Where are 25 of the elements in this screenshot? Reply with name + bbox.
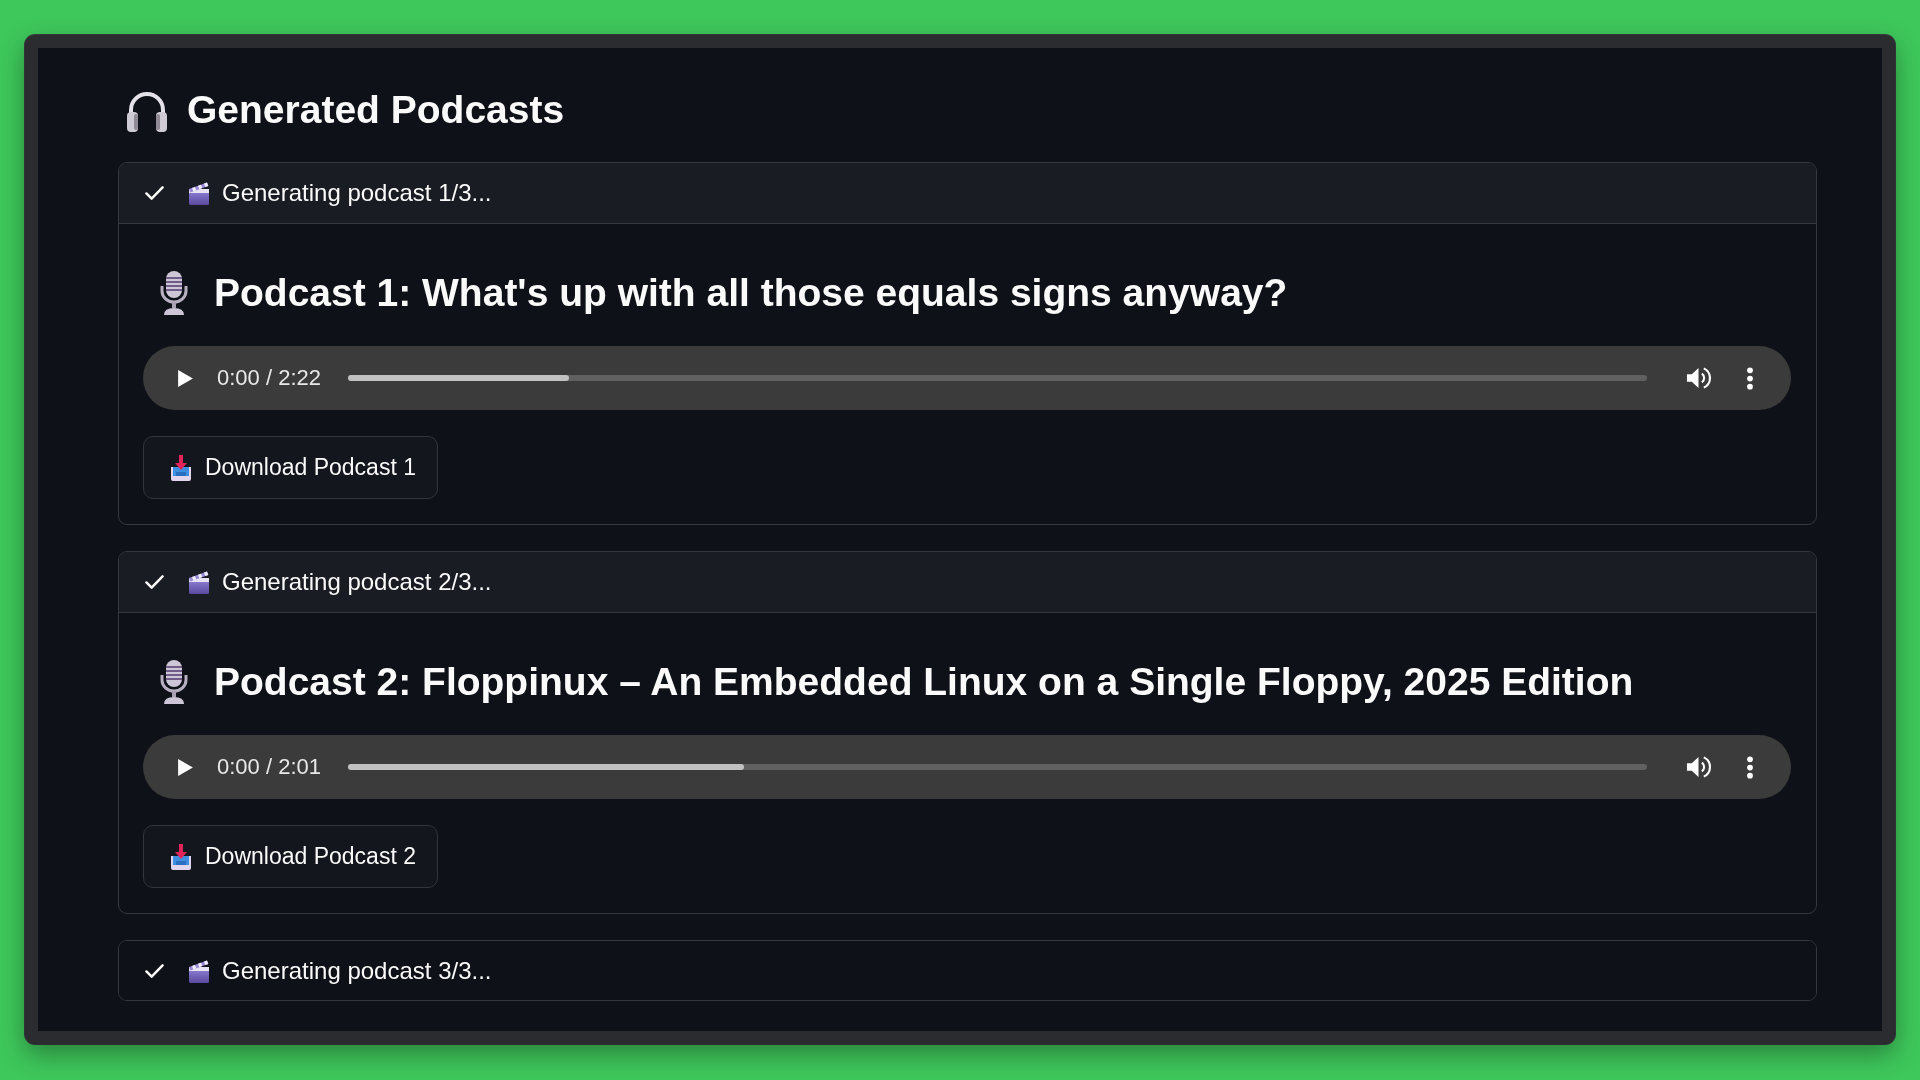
kebab-menu-icon[interactable] bbox=[1746, 755, 1754, 779]
status-header[interactable]: Generating podcast 2/3... bbox=[119, 552, 1816, 613]
status-header[interactable]: Generating podcast 3/3... bbox=[119, 941, 1816, 1000]
download-button[interactable]: Download Podcast 2 bbox=[143, 825, 438, 888]
microphone-icon bbox=[159, 271, 189, 315]
microphone-icon bbox=[159, 660, 189, 704]
kebab-menu-icon[interactable] bbox=[1746, 366, 1754, 390]
clapperboard-icon bbox=[188, 570, 210, 594]
volume-icon[interactable] bbox=[1686, 755, 1711, 779]
inbox-tray-icon bbox=[170, 843, 192, 870]
clapperboard-icon bbox=[188, 181, 210, 205]
play-icon[interactable] bbox=[177, 368, 194, 388]
podcast-title: Podcast 1: What's up with all those equals signs anyway? bbox=[214, 270, 1288, 316]
clapperboard-icon bbox=[188, 958, 210, 983]
volume-icon[interactable] bbox=[1686, 366, 1711, 390]
play-icon[interactable] bbox=[177, 757, 194, 777]
podcast-title: Podcast 2: Floppinux – An Embedded Linux on a Single Floppy, 2025 Edition bbox=[214, 659, 1634, 705]
page-heading: Generated Podcasts bbox=[187, 88, 565, 132]
status-header[interactable]: Generating podcast 1/3... bbox=[119, 163, 1816, 224]
download-button[interactable]: Download Podcast 1 bbox=[143, 436, 438, 499]
seek-bar[interactable] bbox=[348, 375, 1647, 381]
time-display: 0:00 / 2:22 bbox=[217, 365, 321, 391]
time-display: 0:00 / 2:01 bbox=[217, 754, 321, 780]
inbox-tray-icon bbox=[170, 454, 192, 481]
seek-bar[interactable] bbox=[348, 764, 1647, 770]
